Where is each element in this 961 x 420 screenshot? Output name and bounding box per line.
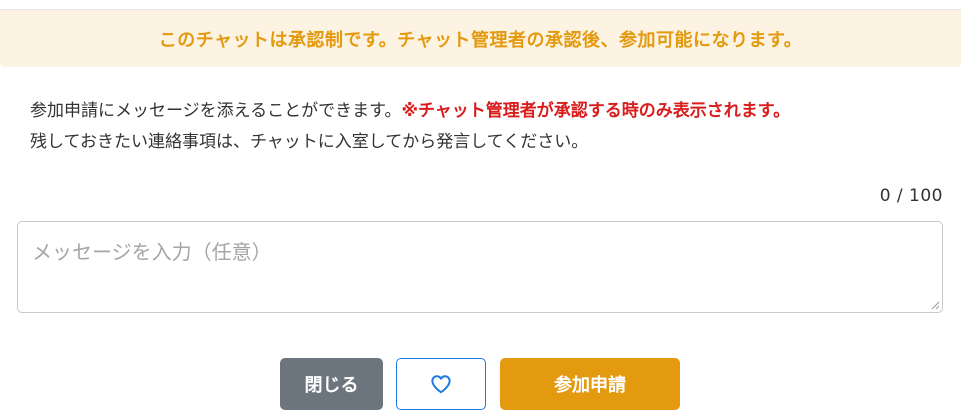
join-request-button-label: 参加申請 <box>554 375 626 396</box>
message-description: 参加申請にメッセージを添えることができます。※チャット管理者が承認する時のみ表示… <box>30 96 940 158</box>
join-request-button[interactable]: 参加申請 <box>500 358 680 410</box>
heart-outline-icon <box>431 375 451 394</box>
character-counter: 0 / 100 <box>879 186 943 206</box>
approval-notice-banner: このチャットは承認制です。チャット管理者の承認後、参加可能になります。 <box>0 10 961 67</box>
approval-only-warning: ※チャット管理者が承認する時のみ表示されます。 <box>401 101 791 121</box>
approval-notice-text: このチャットは承認制です。チャット管理者の承認後、参加可能になります。 <box>158 29 803 51</box>
favorite-button[interactable] <box>396 358 486 410</box>
close-button-label: 閉じる <box>304 375 359 396</box>
close-button[interactable]: 閉じる <box>280 358 383 410</box>
description-line-2: 残しておきたい連絡事項は、チャットに入室してから発言してください。 <box>30 132 589 152</box>
description-line-1: 参加申請にメッセージを添えることができます。※チャット管理者が承認する時のみ表示… <box>30 96 940 127</box>
message-input[interactable] <box>17 221 943 313</box>
description-text: 参加申請にメッセージを添えることができます。 <box>30 101 402 121</box>
resize-handle-icon[interactable] <box>930 300 940 310</box>
